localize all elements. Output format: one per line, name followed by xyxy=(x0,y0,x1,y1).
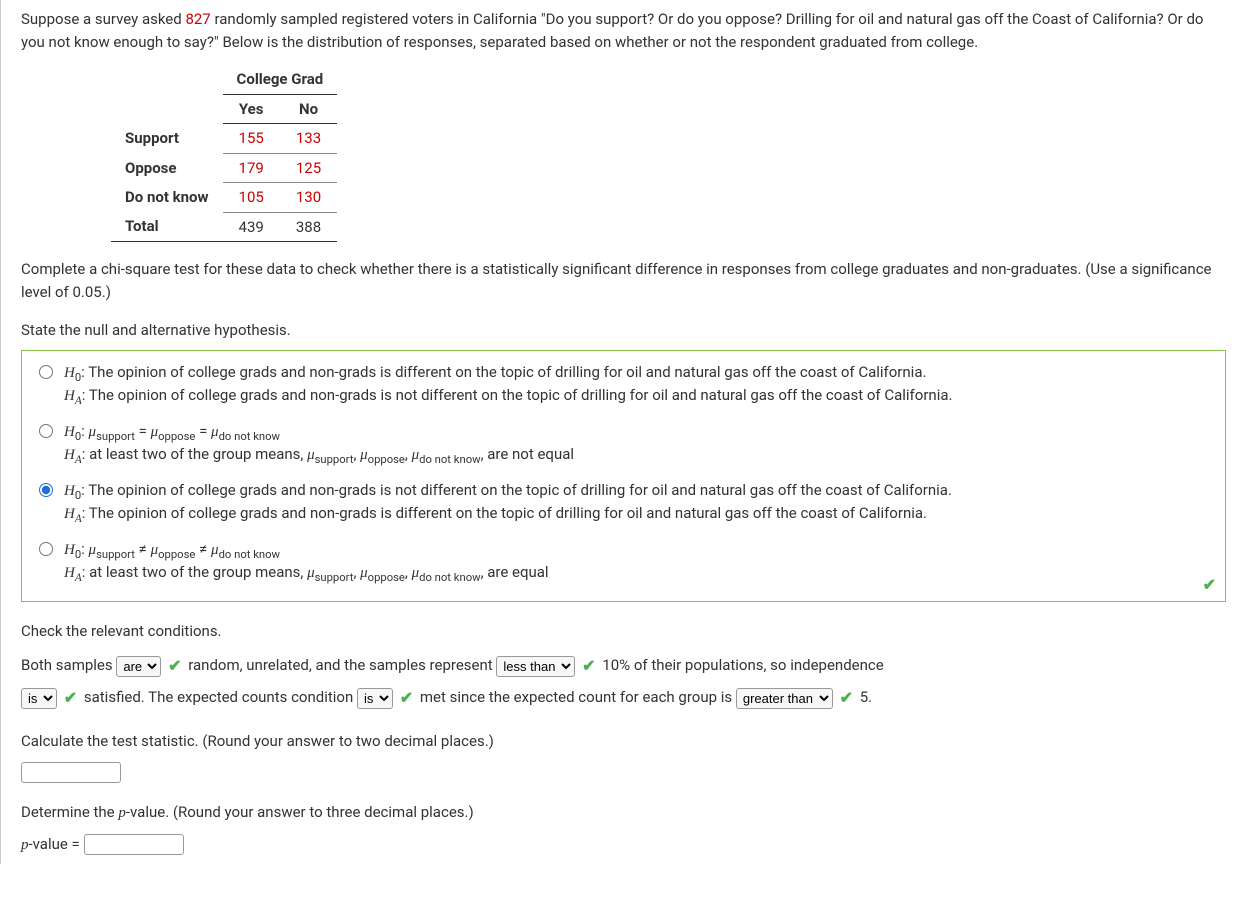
opt1-ha: : The opinion of college grads and non-g… xyxy=(82,386,953,404)
check-conditions-heading: Check the relevant conditions. xyxy=(21,620,1226,643)
row-label: Do not know xyxy=(111,183,223,213)
cell: 388 xyxy=(280,212,337,242)
option-3-text: H0: The opinion of college grads and non… xyxy=(64,479,1213,526)
row-label: Support xyxy=(111,124,223,154)
radio-option-4[interactable] xyxy=(39,542,53,556)
check-icon: ✔ xyxy=(582,650,595,682)
select-less-than[interactable]: less than xyxy=(496,656,575,677)
calc-statistic-heading: Calculate the test statistic. (Round you… xyxy=(21,730,1226,753)
group-header: College Grad xyxy=(223,65,338,94)
opt4-ha-end: are equal xyxy=(484,563,549,581)
radio-option-1[interactable] xyxy=(39,365,53,379)
cond-t1: Both samples xyxy=(21,656,116,674)
correct-check-icon: ✔ xyxy=(1203,573,1216,597)
conditions-paragraph: Both samples are ✔ random, unrelated, an… xyxy=(21,650,1226,714)
option-4[interactable]: H0: μsupport ≠ μoppose ≠ μdo not know HA… xyxy=(34,538,1213,585)
option-4-text: H0: μsupport ≠ μoppose ≠ μdo not know HA… xyxy=(64,538,1213,585)
pvalue-input[interactable] xyxy=(84,834,184,855)
intro-paragraph: Suppose a survey asked 827 randomly samp… xyxy=(21,8,1226,53)
cell: 130 xyxy=(280,183,337,213)
select-independence-is[interactable]: is xyxy=(21,688,57,709)
data-table: College Grad Yes No Support 155 133 Oppo… xyxy=(111,65,337,242)
select-samples-are[interactable]: are xyxy=(116,656,161,677)
cond-t6: 5. xyxy=(860,688,872,706)
table-row: Do not know 105 130 xyxy=(111,183,337,213)
row-label: Total xyxy=(111,212,223,242)
cell: 155 xyxy=(223,124,280,154)
option-1[interactable]: H0: The opinion of college grads and non… xyxy=(34,361,1213,408)
opt2-ha: : at least two of the group means, xyxy=(82,445,307,463)
option-1-text: H0: The opinion of college grads and non… xyxy=(64,361,1213,408)
check-icon: ✔ xyxy=(168,650,181,682)
option-2[interactable]: H0: μsupport = μoppose = μdo not know HA… xyxy=(34,420,1213,467)
pvalue-label-p: p xyxy=(21,837,29,853)
opt1-h0: : The opinion of college grads and non-g… xyxy=(81,363,926,381)
test-statistic-input[interactable] xyxy=(21,762,121,783)
radio-option-2[interactable] xyxy=(39,424,53,438)
opt4-ha: : at least two of the group means, xyxy=(82,563,307,581)
determine-pvalue-heading: Determine the p-value. (Round your answe… xyxy=(21,801,1226,825)
select-condition-is[interactable]: is xyxy=(357,688,393,709)
cell: 105 xyxy=(223,183,280,213)
cell: 133 xyxy=(280,124,337,154)
pvalue-label-eq: -value = xyxy=(29,835,84,853)
radio-option-3[interactable] xyxy=(39,483,53,497)
cell: 439 xyxy=(223,212,280,242)
opt3-ha: : The opinion of college grads and non-g… xyxy=(82,504,927,522)
hypothesis-options-box: H0: The opinion of college grads and non… xyxy=(21,350,1226,602)
instruction-state: State the null and alternative hypothesi… xyxy=(21,319,1226,342)
table-row: Support 155 133 xyxy=(111,124,337,154)
opt2-ha-end: are not equal xyxy=(484,445,575,463)
cell: 125 xyxy=(280,153,337,183)
cell: 179 xyxy=(223,153,280,183)
col-yes: Yes xyxy=(223,94,280,124)
cond-t2: random, unrelated, and the samples repre… xyxy=(188,656,496,674)
opt3-h0: : The opinion of college grads and non-g… xyxy=(81,481,952,499)
check-icon: ✔ xyxy=(840,682,853,714)
cond-t3: 10% of their populations, so independenc… xyxy=(602,656,883,674)
table-row-total: Total 439 388 xyxy=(111,212,337,242)
sample-size: 827 xyxy=(185,10,210,28)
check-icon: ✔ xyxy=(400,682,413,714)
intro-before: Suppose a survey asked xyxy=(21,10,185,28)
row-label: Oppose xyxy=(111,153,223,183)
select-greater-than[interactable]: greater than xyxy=(736,688,833,709)
instruction-complete: Complete a chi-square test for these dat… xyxy=(21,258,1226,303)
test-statistic-input-wrap xyxy=(21,761,1226,784)
option-3[interactable]: H0: The opinion of college grads and non… xyxy=(34,479,1213,526)
check-icon: ✔ xyxy=(64,682,77,714)
cond-t4: satisfied. The expected counts condition xyxy=(84,688,357,706)
option-2-text: H0: μsupport = μoppose = μdo not know HA… xyxy=(64,420,1213,467)
table-row: Oppose 179 125 xyxy=(111,153,337,183)
cond-t5: met since the expected count for each gr… xyxy=(420,688,736,706)
col-no: No xyxy=(280,94,337,124)
pvalue-input-wrap: p-value = xyxy=(21,833,1226,857)
